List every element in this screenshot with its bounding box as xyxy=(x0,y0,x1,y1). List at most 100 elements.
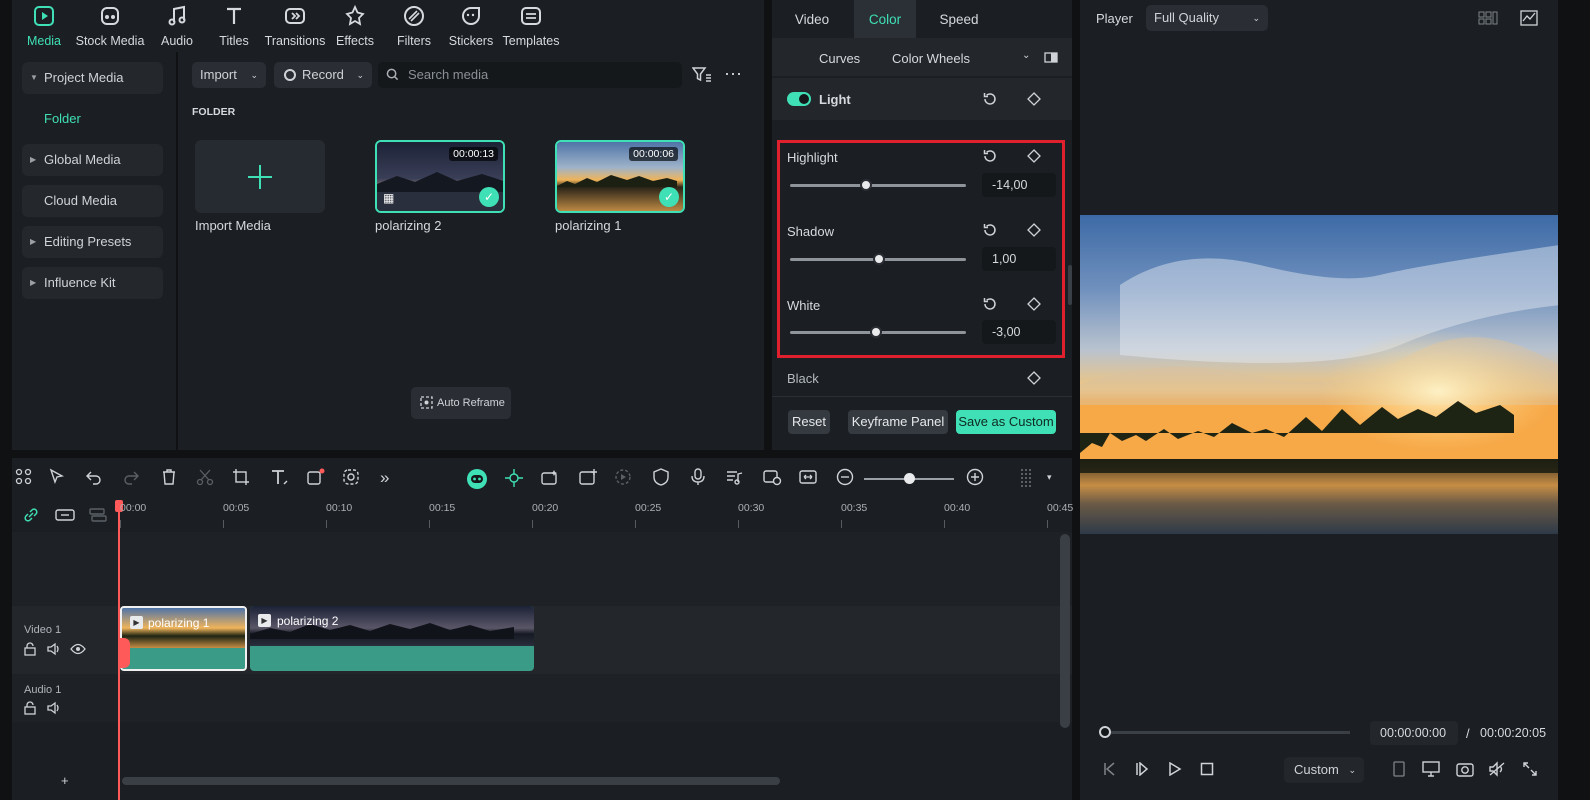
ai-effect-icon[interactable] xyxy=(342,468,364,490)
record-dropdown[interactable]: Record ⌄ xyxy=(274,62,372,88)
tab-templates[interactable]: Templates xyxy=(496,4,566,48)
split-icon[interactable] xyxy=(196,468,218,490)
sidebar-item-folder[interactable]: Folder xyxy=(22,103,163,135)
sidebar-item-editing-presets[interactable]: ▶ Editing Presets xyxy=(22,226,163,258)
slider-knob[interactable] xyxy=(870,326,882,338)
undo-icon[interactable] xyxy=(85,468,107,490)
save-as-custom-button[interactable]: Save as Custom xyxy=(956,410,1056,434)
timeline-clip[interactable]: ▶ polarizing 2 xyxy=(250,606,534,671)
sidebar-item-global-media[interactable]: ▶ Global Media xyxy=(22,144,163,176)
keyframe-diamond-icon[interactable] xyxy=(1027,149,1041,163)
sidebar-item-cloud-media[interactable]: Cloud Media xyxy=(22,185,163,217)
add-track-button[interactable]: + xyxy=(61,773,69,788)
compare-view-icon[interactable] xyxy=(1044,52,1058,63)
reset-button[interactable]: Reset xyxy=(788,410,830,434)
render-preview-icon[interactable] xyxy=(762,468,784,490)
auto-reframe-button[interactable]: Auto Reframe xyxy=(411,387,511,419)
more-options-icon[interactable]: ⋯ xyxy=(724,64,743,85)
subtab-curves[interactable]: Curves xyxy=(819,51,860,66)
light-toggle[interactable] xyxy=(787,92,811,106)
search-input[interactable]: Search media xyxy=(378,62,682,88)
snap-icon[interactable] xyxy=(504,468,526,490)
reset-icon[interactable] xyxy=(982,148,998,164)
reset-icon[interactable] xyxy=(982,222,998,238)
fullscreen-icon[interactable] xyxy=(1522,761,1538,777)
tab-stock-media[interactable]: Stock Media xyxy=(75,4,145,48)
highlight-value-field[interactable]: -14,00 xyxy=(982,173,1056,197)
slider-knob[interactable] xyxy=(860,179,872,191)
panel-scrollbar[interactable] xyxy=(1068,265,1072,305)
previous-frame-icon[interactable] xyxy=(1102,762,1116,776)
reset-icon[interactable] xyxy=(982,91,998,107)
shadow-slider[interactable] xyxy=(790,253,966,265)
import-media-tile[interactable] xyxy=(195,140,325,213)
keyframe-diamond-icon[interactable] xyxy=(1027,92,1041,106)
reset-icon[interactable] xyxy=(982,296,998,312)
vertical-scrollbar[interactable] xyxy=(1060,534,1070,728)
tab-video[interactable]: Video xyxy=(772,0,852,38)
snapshot-icon[interactable] xyxy=(1456,761,1474,777)
link-icon[interactable] xyxy=(22,506,40,524)
audio-off-icon[interactable] xyxy=(1488,761,1506,777)
horizontal-scrollbar[interactable] xyxy=(122,777,780,785)
auto-highlight-icon[interactable] xyxy=(540,468,562,490)
keyframe-diamond-icon[interactable] xyxy=(1027,223,1041,237)
select-tool-icon[interactable] xyxy=(48,468,70,490)
sidebar-item-influence-kit[interactable]: ▶ Influence Kit xyxy=(22,267,163,299)
ripple-icon[interactable] xyxy=(88,506,108,524)
mask-shield-icon[interactable] xyxy=(652,468,674,490)
slider-knob[interactable] xyxy=(873,253,885,265)
zoom-in-icon[interactable] xyxy=(966,468,988,490)
next-frame-icon[interactable] xyxy=(1135,762,1149,776)
fit-timeline-icon[interactable] xyxy=(798,468,820,490)
shape-record-icon[interactable] xyxy=(306,468,328,490)
white-value-field[interactable]: -3,00 xyxy=(982,320,1056,344)
filter-icon[interactable] xyxy=(692,66,712,84)
smart-cut-icon[interactable] xyxy=(578,468,600,490)
chevron-down-icon[interactable]: ▾ xyxy=(1047,472,1052,483)
media-clip-thumbnail[interactable]: 00:00:13 ▦ ✓ xyxy=(375,140,505,213)
white-slider[interactable] xyxy=(790,326,966,338)
playback-progress-bar[interactable] xyxy=(1099,726,1350,738)
highlight-slider[interactable] xyxy=(790,179,966,191)
shadow-value-field[interactable]: 1,00 xyxy=(982,247,1056,271)
timeline-clip[interactable]: ▶ polarizing 1 xyxy=(120,606,247,671)
current-time-field[interactable]: 00:00:00:00 xyxy=(1370,721,1458,745)
text-tool-icon[interactable] xyxy=(270,468,292,490)
import-dropdown[interactable]: Import ⌄ xyxy=(192,62,266,88)
keyframe-panel-button[interactable]: Keyframe Panel xyxy=(848,410,948,434)
tab-titles[interactable]: Titles xyxy=(199,4,269,48)
audio-mix-icon[interactable] xyxy=(725,468,747,490)
quality-dropdown[interactable]: Full Quality ⌄ xyxy=(1146,5,1268,31)
crop-icon[interactable] xyxy=(232,468,254,490)
keyframe-diamond-icon[interactable] xyxy=(1027,297,1041,311)
keyframe-diamond-icon[interactable] xyxy=(1027,371,1041,385)
zoom-slider-knob[interactable] xyxy=(904,473,915,484)
zoom-dropdown[interactable]: Custom ⌄ xyxy=(1284,757,1364,783)
tab-color[interactable]: Color xyxy=(854,0,916,38)
sidebar-item-project-media[interactable]: ▼ Project Media xyxy=(22,62,163,94)
stabilize-icon[interactable] xyxy=(614,468,636,490)
scopes-icon[interactable] xyxy=(1520,10,1538,26)
grid-view-icon[interactable] xyxy=(1478,11,1498,25)
track-link-icon[interactable] xyxy=(55,506,75,524)
playhead-knob[interactable] xyxy=(1099,726,1111,738)
more-tools-icon[interactable]: » xyxy=(380,468,402,490)
redo-icon[interactable] xyxy=(122,468,144,490)
zoom-slider[interactable] xyxy=(864,473,954,484)
delete-icon[interactable] xyxy=(160,468,182,490)
media-clip-thumbnail[interactable]: 00:00:06 ✓ xyxy=(555,140,685,213)
track-height-icon[interactable] xyxy=(1018,468,1040,490)
display-icon[interactable] xyxy=(1422,761,1440,777)
tab-media[interactable]: Media xyxy=(9,4,79,48)
chevron-down-icon[interactable]: ⌄ xyxy=(1022,50,1030,61)
microphone-icon[interactable] xyxy=(689,468,711,490)
zoom-out-icon[interactable] xyxy=(836,468,858,490)
layout-icon[interactable] xyxy=(15,468,37,490)
ai-mate-icon[interactable] xyxy=(466,468,488,490)
tab-speed[interactable]: Speed xyxy=(922,0,996,38)
subtab-color-wheels[interactable]: Color Wheels xyxy=(892,51,970,66)
stop-icon[interactable] xyxy=(1200,762,1214,776)
play-icon[interactable] xyxy=(1168,762,1182,776)
playhead-trim-handle[interactable] xyxy=(118,638,130,668)
